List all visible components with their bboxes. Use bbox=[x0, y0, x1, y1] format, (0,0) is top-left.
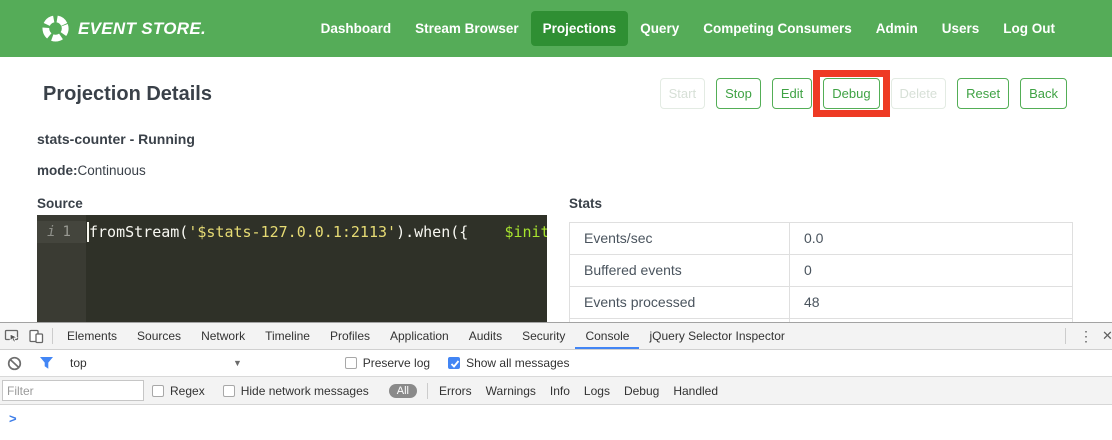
tab-profiles[interactable]: Profiles bbox=[320, 323, 380, 349]
filter-funnel-icon[interactable] bbox=[34, 350, 58, 376]
tab-audits[interactable]: Audits bbox=[459, 323, 512, 349]
stat-label-events-processed: Events processed bbox=[570, 287, 790, 318]
editor-gutter-line-1: i 1 bbox=[37, 221, 86, 243]
stats-table: Events/sec 0.0 Buffered events 0 Events … bbox=[569, 222, 1073, 322]
table-row: Events/sec 0.0 bbox=[570, 223, 1072, 255]
level-handled[interactable]: Handled bbox=[673, 384, 718, 398]
level-info[interactable]: Info bbox=[550, 384, 570, 398]
info-annotation-icon: i bbox=[47, 221, 55, 243]
start-button[interactable]: Start bbox=[660, 78, 705, 109]
projection-action-buttons: Start Stop Edit Debug Delete Reset Back bbox=[660, 78, 1067, 109]
tab-sources[interactable]: Sources bbox=[127, 323, 191, 349]
tab-console[interactable]: Console bbox=[575, 323, 639, 349]
console-prompt-icon[interactable]: > bbox=[9, 411, 17, 426]
tab-network[interactable]: Network bbox=[191, 323, 255, 349]
reset-button[interactable]: Reset bbox=[957, 78, 1009, 109]
code-token-init: $init: bbox=[504, 223, 547, 241]
filter-input[interactable] bbox=[2, 380, 144, 401]
preserve-log-checkbox[interactable] bbox=[345, 357, 357, 369]
nav-item-projections[interactable]: Projections bbox=[531, 11, 629, 46]
context-dropdown-arrow-icon[interactable]: ▼ bbox=[233, 358, 242, 368]
edit-button[interactable]: Edit bbox=[772, 78, 812, 109]
line-number: 1 bbox=[62, 221, 70, 243]
execution-context-selector[interactable]: top bbox=[70, 356, 87, 370]
event-store-logo[interactable]: EVENT STORE. bbox=[42, 0, 206, 57]
nav-item-users[interactable]: Users bbox=[930, 11, 992, 46]
logo-text: EVENT STORE. bbox=[78, 19, 206, 39]
nav-item-stream-browser[interactable]: Stream Browser bbox=[403, 11, 531, 46]
tab-elements[interactable]: Elements bbox=[57, 323, 127, 349]
tab-timeline[interactable]: Timeline bbox=[255, 323, 320, 349]
devtools-menu-icon[interactable]: ⋮ bbox=[1070, 328, 1102, 345]
device-toolbar-icon[interactable] bbox=[24, 323, 48, 349]
event-store-ring-icon bbox=[42, 15, 69, 42]
page-title: Projection Details bbox=[43, 83, 212, 106]
console-output-area[interactable]: > bbox=[0, 405, 1112, 440]
event-store-app: EVENT STORE. Dashboard Stream Browser Pr… bbox=[0, 0, 1112, 440]
show-all-messages-label[interactable]: Show all messages bbox=[466, 356, 569, 370]
regex-checkbox[interactable] bbox=[152, 385, 164, 397]
delete-button[interactable]: Delete bbox=[891, 78, 947, 109]
projection-mode: mode:Continuous bbox=[37, 163, 146, 178]
clear-console-icon[interactable] bbox=[2, 350, 26, 376]
console-toolbar: top ▼ Preserve log Show all messages bbox=[0, 350, 1112, 377]
nav-item-admin[interactable]: Admin bbox=[864, 11, 930, 46]
top-navbar: EVENT STORE. Dashboard Stream Browser Pr… bbox=[0, 0, 1112, 57]
level-errors[interactable]: Errors bbox=[439, 384, 472, 398]
checkmark-icon bbox=[450, 359, 460, 369]
devtools-window-controls: ⋮ ✕ bbox=[1061, 323, 1112, 349]
stats-heading: Stats bbox=[569, 196, 602, 211]
table-row: Buffered events 0 bbox=[570, 255, 1072, 287]
mode-label: mode: bbox=[37, 163, 78, 178]
level-warnings[interactable]: Warnings bbox=[486, 384, 536, 398]
mode-value: Continuous bbox=[78, 163, 146, 178]
devtools-panel: Elements Sources Network Timeline Profil… bbox=[0, 322, 1112, 440]
source-code-editor[interactable]: i 1 fromStream('$stats-127.0.0.1:2113').… bbox=[37, 215, 547, 322]
code-token-function: fromStream( bbox=[89, 223, 188, 241]
nav-item-query[interactable]: Query bbox=[628, 11, 691, 46]
debug-button[interactable]: Debug bbox=[823, 78, 879, 109]
projection-status: stats-counter - Running bbox=[37, 131, 195, 147]
stop-button[interactable]: Stop bbox=[716, 78, 761, 109]
show-all-messages-checkbox[interactable] bbox=[448, 357, 460, 369]
code-line-1: fromStream('$stats-127.0.0.1:2113').when… bbox=[89, 221, 547, 243]
inspect-element-icon[interactable] bbox=[0, 323, 24, 349]
level-debug[interactable]: Debug bbox=[624, 384, 659, 398]
table-row: Events processed 48 bbox=[570, 287, 1072, 319]
level-logs[interactable]: Logs bbox=[584, 384, 610, 398]
devtools-tabbar: Elements Sources Network Timeline Profil… bbox=[0, 323, 1112, 350]
hide-network-label[interactable]: Hide network messages bbox=[241, 384, 369, 398]
level-all-pill[interactable]: All bbox=[389, 384, 417, 398]
nav-item-logout[interactable]: Log Out bbox=[991, 11, 1067, 46]
nav-item-competing-consumers[interactable]: Competing Consumers bbox=[691, 11, 864, 46]
stat-value-events-processed: 48 bbox=[790, 287, 1072, 318]
source-heading: Source bbox=[37, 196, 83, 211]
console-filter-bar: Regex Hide network messages All Errors W… bbox=[0, 377, 1112, 405]
toolbar-divider bbox=[52, 328, 53, 344]
nav-item-dashboard[interactable]: Dashboard bbox=[309, 11, 404, 46]
stat-value-events-per-sec: 0.0 bbox=[790, 223, 1072, 254]
nav-menu: Dashboard Stream Browser Projections Que… bbox=[309, 0, 1067, 57]
stat-value-buffered-events: 0 bbox=[790, 255, 1072, 286]
tab-jquery-selector-inspector[interactable]: jQuery Selector Inspector bbox=[639, 323, 794, 349]
code-token-when: ).when({ bbox=[396, 223, 504, 241]
regex-label[interactable]: Regex bbox=[170, 384, 205, 398]
tab-security[interactable]: Security bbox=[512, 323, 575, 349]
stat-label-events-per-sec: Events/sec bbox=[570, 223, 790, 254]
toolbar-divider bbox=[1065, 328, 1066, 344]
back-button[interactable]: Back bbox=[1020, 78, 1067, 109]
tab-application[interactable]: Application bbox=[380, 323, 459, 349]
hide-network-checkbox[interactable] bbox=[223, 385, 235, 397]
debug-button-wrapper: Debug bbox=[823, 78, 879, 109]
preserve-log-label[interactable]: Preserve log bbox=[363, 356, 430, 370]
code-token-stream-string: '$stats-127.0.0.1:2113' bbox=[188, 223, 396, 241]
toolbar-divider bbox=[427, 383, 428, 399]
stat-label-buffered-events: Buffered events bbox=[570, 255, 790, 286]
devtools-close-icon[interactable]: ✕ bbox=[1102, 328, 1112, 344]
